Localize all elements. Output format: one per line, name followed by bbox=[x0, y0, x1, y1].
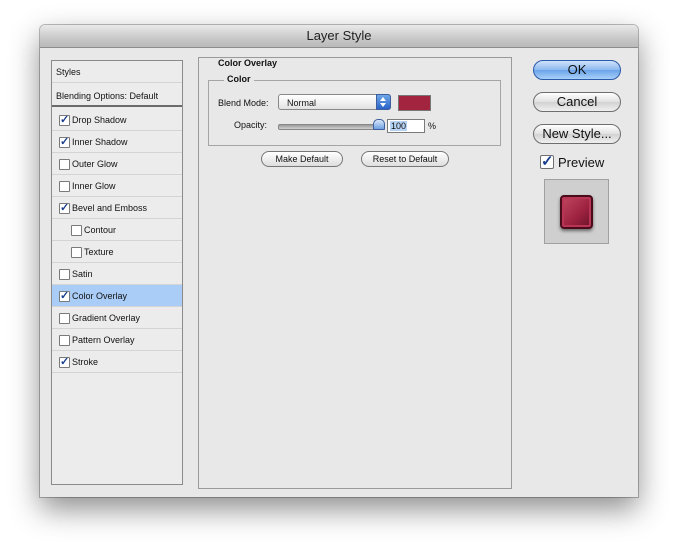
list-item-label: Bevel and Emboss bbox=[72, 203, 148, 213]
blending-options-label: Blending Options: Default bbox=[56, 91, 159, 101]
opacity-input[interactable]: 100 bbox=[387, 119, 425, 133]
list-item-label: Inner Glow bbox=[72, 181, 116, 191]
list-item-label: Satin bbox=[72, 269, 93, 279]
blend-mode-value: Normal bbox=[287, 98, 317, 108]
contour-checkbox[interactable] bbox=[71, 225, 82, 236]
color-swatch[interactable] bbox=[398, 95, 431, 111]
color-overlay-checkbox[interactable] bbox=[59, 289, 70, 302]
blend-mode-select[interactable]: Normal bbox=[278, 94, 391, 110]
list-item-contour[interactable]: Contour bbox=[52, 219, 182, 241]
make-default-button[interactable]: Make Default bbox=[261, 151, 343, 167]
texture-checkbox[interactable] bbox=[71, 247, 82, 258]
inner-glow-checkbox[interactable] bbox=[59, 181, 70, 192]
list-item-satin[interactable]: Satin bbox=[52, 263, 182, 285]
blend-mode-label: Blend Mode: bbox=[218, 98, 269, 108]
list-item-label: Stroke bbox=[72, 357, 99, 367]
list-item-bevel-emboss[interactable]: Bevel and Emboss bbox=[52, 197, 182, 219]
group-title: Color bbox=[224, 74, 254, 84]
color-group bbox=[208, 80, 501, 146]
list-item-label: Texture bbox=[84, 247, 114, 257]
list-item-label: Drop Shadow bbox=[72, 115, 127, 125]
list-item-label: Outer Glow bbox=[72, 159, 118, 169]
list-item-inner-shadow[interactable]: Inner Shadow bbox=[52, 131, 182, 153]
preview-checkbox[interactable] bbox=[540, 152, 554, 170]
window-title: Layer Style bbox=[306, 28, 372, 43]
opacity-value: 100 bbox=[390, 121, 408, 131]
bevel-emboss-checkbox[interactable] bbox=[59, 201, 70, 214]
opacity-slider-track[interactable] bbox=[278, 124, 384, 130]
preview-swatch-square bbox=[560, 195, 593, 229]
list-item-drop-shadow[interactable]: Drop Shadow bbox=[52, 109, 182, 131]
list-item-outer-glow[interactable]: Outer Glow bbox=[52, 153, 182, 175]
opacity-unit: % bbox=[428, 121, 437, 131]
gradient-overlay-checkbox[interactable] bbox=[59, 313, 70, 324]
list-item-label: Contour bbox=[84, 225, 117, 235]
ok-button[interactable]: OK bbox=[533, 60, 621, 80]
list-item-pattern-overlay[interactable]: Pattern Overlay bbox=[52, 329, 182, 351]
styles-header-label: Styles bbox=[56, 67, 81, 77]
reset-default-button[interactable]: Reset to Default bbox=[361, 151, 449, 167]
list-item-label: Color Overlay bbox=[72, 291, 128, 301]
style-preview bbox=[544, 179, 609, 244]
list-item-label: Gradient Overlay bbox=[72, 313, 141, 323]
select-arrows-icon bbox=[376, 94, 391, 110]
opacity-label: Opacity: bbox=[234, 120, 268, 130]
section-title: Color Overlay bbox=[215, 58, 281, 68]
list-item-label: Pattern Overlay bbox=[72, 335, 135, 345]
list-item-label: Inner Shadow bbox=[72, 137, 128, 147]
styles-list: Styles Blending Options: Default Drop Sh… bbox=[51, 60, 183, 485]
styles-header[interactable]: Styles bbox=[52, 61, 182, 83]
pattern-overlay-checkbox[interactable] bbox=[59, 335, 70, 346]
satin-checkbox[interactable] bbox=[59, 269, 70, 280]
list-item-gradient-overlay[interactable]: Gradient Overlay bbox=[52, 307, 182, 329]
title-bar[interactable]: Layer Style bbox=[40, 25, 638, 48]
inner-shadow-checkbox[interactable] bbox=[59, 135, 70, 148]
list-item-stroke[interactable]: Stroke bbox=[52, 351, 182, 373]
drop-shadow-checkbox[interactable] bbox=[59, 113, 70, 126]
list-item-color-overlay[interactable]: Color Overlay bbox=[52, 285, 182, 307]
list-item-texture[interactable]: Texture bbox=[52, 241, 182, 263]
preview-label: Preview bbox=[558, 155, 605, 170]
layer-style-dialog: Layer Style Styles Blending Options: Def… bbox=[40, 25, 638, 497]
new-style-button[interactable]: New Style... bbox=[533, 124, 621, 144]
cancel-button[interactable]: Cancel bbox=[533, 92, 621, 112]
blending-options-item[interactable]: Blending Options: Default bbox=[52, 85, 182, 107]
opacity-slider-thumb[interactable] bbox=[373, 119, 385, 130]
outer-glow-checkbox[interactable] bbox=[59, 159, 70, 170]
stroke-checkbox[interactable] bbox=[59, 355, 70, 368]
list-item-inner-glow[interactable]: Inner Glow bbox=[52, 175, 182, 197]
